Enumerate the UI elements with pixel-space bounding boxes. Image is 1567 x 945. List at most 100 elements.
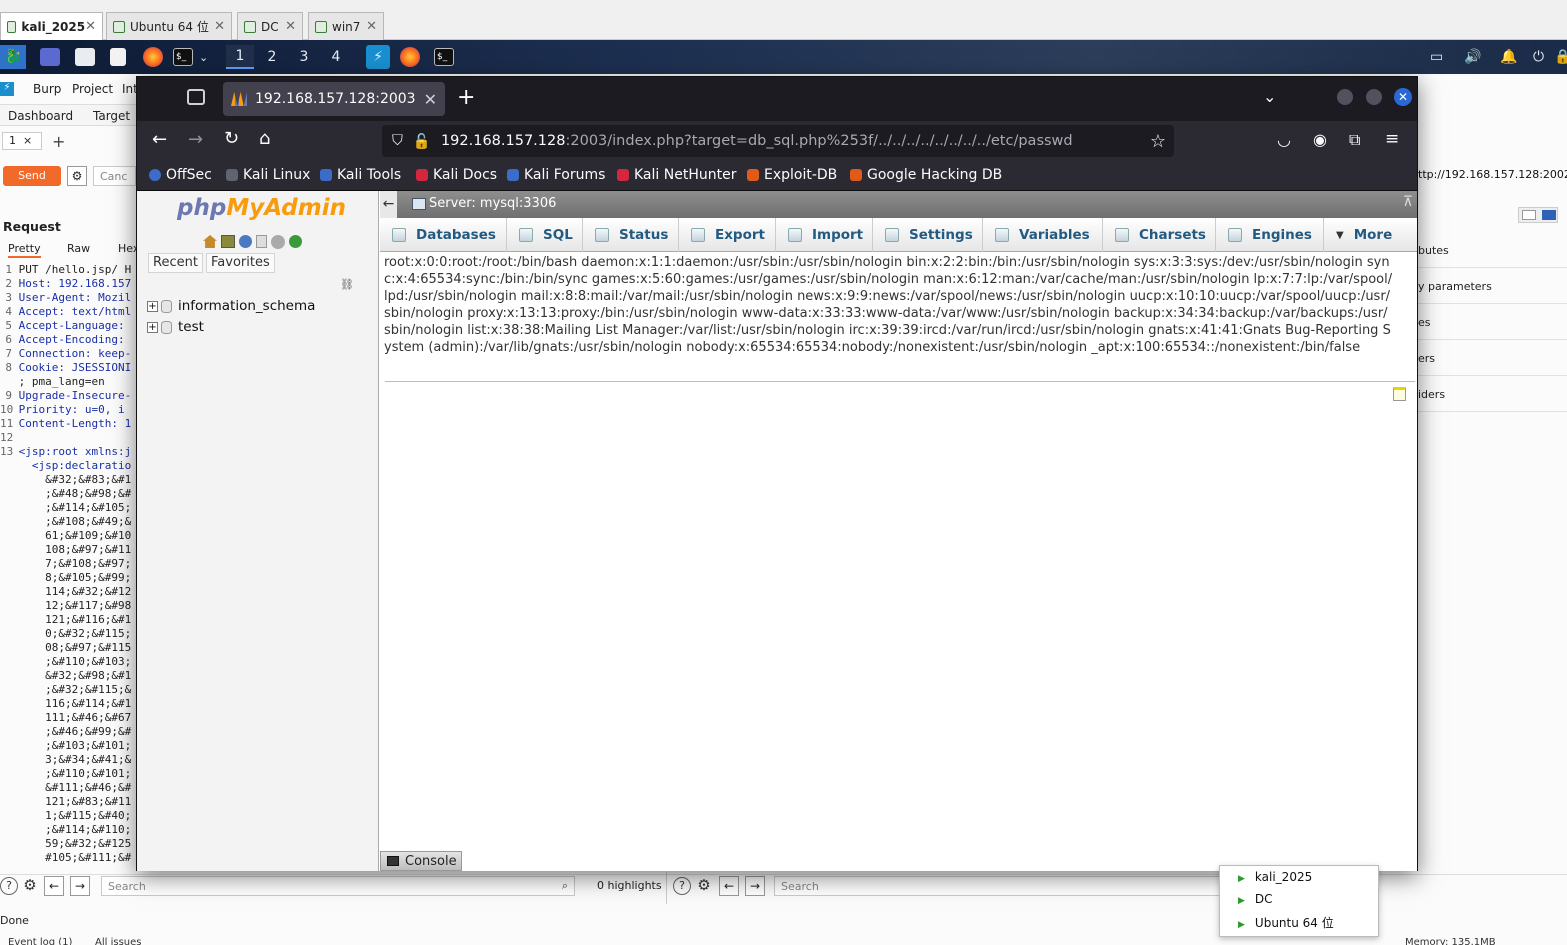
pocket-icon[interactable]: ◡ — [1277, 130, 1291, 149]
firefox-app-icon[interactable] — [400, 45, 420, 69]
vm-tab-win7[interactable]: win7 ✕ — [308, 12, 384, 40]
bookmark-exploit-db[interactable]: Exploit-DB — [747, 167, 837, 183]
new-tab-icon[interactable]: + — [457, 85, 475, 110]
close-icon[interactable]: × — [23, 134, 32, 147]
terminal-icon[interactable]: $_ — [173, 45, 193, 69]
close-window-button[interactable]: ✕ — [1394, 88, 1412, 106]
terminal-app-icon[interactable]: $_ — [434, 45, 454, 69]
text-editor-icon[interactable] — [110, 45, 126, 69]
view-tab-hex[interactable]: Hex — [118, 242, 136, 255]
settings-gear-icon[interactable]: ⚙ — [21, 877, 39, 895]
inspector-attributes[interactable]: butes — [1418, 232, 1567, 268]
browser-tab-active[interactable]: 192.168.157.128:2003 / m ✕ — [223, 82, 445, 116]
bookmark-kali-linux[interactable]: Kali Linux — [226, 167, 310, 183]
logout-icon[interactable] — [221, 235, 235, 248]
burp-app-icon[interactable]: ⚡ — [366, 45, 390, 69]
bookmark-kali-forums[interactable]: Kali Forums — [507, 167, 605, 183]
documentation-icon[interactable] — [256, 235, 267, 248]
inspector-headers[interactable]: ers — [1418, 340, 1567, 376]
close-icon[interactable]: ✕ — [214, 19, 225, 34]
reload-icon[interactable]: ↻ — [224, 128, 239, 149]
menu-sql[interactable]: SQL — [507, 218, 583, 252]
arrow-right-icon[interactable]: → — [70, 876, 90, 896]
window-icon[interactable]: ▭ — [1430, 45, 1443, 69]
bookmark-kali-docs[interactable]: Kali Docs — [416, 167, 497, 183]
db-test[interactable]: + test — [147, 319, 204, 335]
page-settings-icon[interactable] — [1393, 387, 1406, 401]
help-icon[interactable]: ? — [673, 877, 691, 895]
help-icon[interactable]: ? — [0, 877, 18, 895]
extensions-icon[interactable]: ⧉ — [1349, 130, 1360, 150]
arrow-right-icon[interactable]: → — [745, 876, 765, 896]
response-search-input[interactable]: Search — [774, 876, 1220, 896]
account-icon[interactable]: ◉ — [1313, 130, 1327, 149]
db-information-schema[interactable]: + information_schema — [147, 298, 315, 314]
request-editor[interactable]: 1 PUT /hello.jsp/ H2 Host: 192.168.157 3 … — [0, 263, 136, 873]
settings-gear-icon[interactable]: ⚙ — [67, 166, 87, 186]
burp-menu-burp[interactable]: Burp — [33, 82, 61, 96]
cancel-button[interactable]: Canc — [93, 166, 136, 186]
bookmark-google-hacking-db[interactable]: Google Hacking DB — [850, 167, 1002, 183]
menu-icon[interactable]: ≡ — [1385, 129, 1399, 149]
tab-overview-icon[interactable] — [187, 89, 205, 105]
layout-toggle[interactable] — [1518, 207, 1558, 223]
close-icon[interactable]: ✕ — [366, 19, 377, 34]
vm-popup-item-kali[interactable]: ▶ kali_2025 — [1238, 870, 1312, 884]
menu-charsets[interactable]: Charsets — [1103, 218, 1216, 252]
burp-menu-project[interactable]: Project — [72, 82, 113, 96]
close-icon[interactable]: ✕ — [285, 19, 296, 34]
inspector-query-parameters[interactable]: y parameters — [1418, 268, 1567, 304]
phpmyadmin-logo[interactable]: phpMyAdmin — [177, 195, 346, 221]
menu-settings[interactable]: Settings — [873, 218, 983, 252]
burp-tab-dashboard[interactable]: Dashboard — [8, 109, 73, 123]
kali-menu-icon[interactable]: 🐉 — [0, 45, 26, 69]
reload-icon[interactable] — [289, 235, 302, 248]
vm-tab-dc[interactable]: DC ✕ — [237, 12, 303, 40]
workspace-3[interactable]: 3 — [290, 45, 318, 69]
event-log-link[interactable]: Event log (1) — [8, 936, 72, 945]
shield-icon[interactable]: ⛉ — [392, 133, 403, 149]
console-toggle[interactable]: Console — [380, 851, 462, 871]
minimize-button[interactable] — [1337, 89, 1353, 105]
chevron-down-icon[interactable]: ⌄ — [1263, 87, 1276, 106]
close-tab-icon[interactable]: ✕ — [424, 90, 437, 109]
favorite-tables-button[interactable]: Favorites — [206, 253, 275, 273]
collapse-nav-arrow-icon[interactable]: ← — [380, 191, 397, 218]
power-icon[interactable]: ⏻ — [1533, 45, 1544, 69]
lock-icon[interactable]: 🔓 — [413, 133, 431, 150]
lock-icon[interactable]: 🔒 — [1554, 45, 1567, 69]
all-issues-link[interactable]: All issues — [95, 936, 141, 945]
menu-variables[interactable]: Variables — [983, 218, 1103, 252]
view-tab-pretty[interactable]: Pretty — [8, 242, 41, 258]
settings-gear-icon[interactable]: ⚙ — [695, 877, 713, 895]
workspace-4[interactable]: 4 — [322, 45, 350, 69]
help-icon[interactable] — [239, 235, 252, 248]
menu-export[interactable]: Export — [679, 218, 776, 252]
menu-engines[interactable]: Engines — [1216, 218, 1324, 252]
inspector-cookies[interactable]: es — [1418, 304, 1567, 340]
burp-tab-target[interactable]: Target — [93, 109, 130, 123]
close-icon[interactable]: ✕ — [85, 19, 96, 34]
request-search-input[interactable]: Search ⌕ — [101, 876, 575, 896]
recent-tables-button[interactable]: Recent — [148, 253, 203, 273]
arrow-left-icon[interactable]: ← — [719, 876, 739, 896]
file-manager-icon[interactable] — [75, 45, 95, 69]
add-tab-icon[interactable]: + — [52, 132, 65, 151]
menu-status[interactable]: Status — [583, 218, 679, 252]
vm-popup-item-dc[interactable]: ▶ DC — [1238, 892, 1273, 906]
inspector-response-headers[interactable]: iders — [1418, 376, 1567, 412]
settings-gear-icon[interactable] — [271, 235, 285, 249]
forward-arrow-icon[interactable]: → — [188, 129, 203, 150]
vm-tab-kali[interactable]: kali_2025 ✕ — [0, 12, 103, 40]
send-button[interactable]: Send — [3, 166, 61, 186]
link-icon[interactable]: ⛓ — [340, 278, 354, 291]
repeater-tab-1[interactable]: 1 × — [2, 132, 42, 150]
collapse-icon[interactable]: ⊼ — [1403, 194, 1413, 210]
home-icon[interactable] — [203, 235, 217, 248]
arrow-left-icon[interactable]: ← — [44, 876, 64, 896]
url-bar[interactable]: ⛉ 🔓 192.168.157.128:2003/index.php?targe… — [382, 125, 1174, 157]
view-tab-raw[interactable]: Raw — [67, 242, 90, 255]
vm-popup-item-ubuntu[interactable]: ▶ Ubuntu 64 位 — [1238, 914, 1334, 931]
workspace-1[interactable]: 1 — [226, 45, 254, 69]
expand-icon[interactable]: + — [147, 321, 158, 333]
